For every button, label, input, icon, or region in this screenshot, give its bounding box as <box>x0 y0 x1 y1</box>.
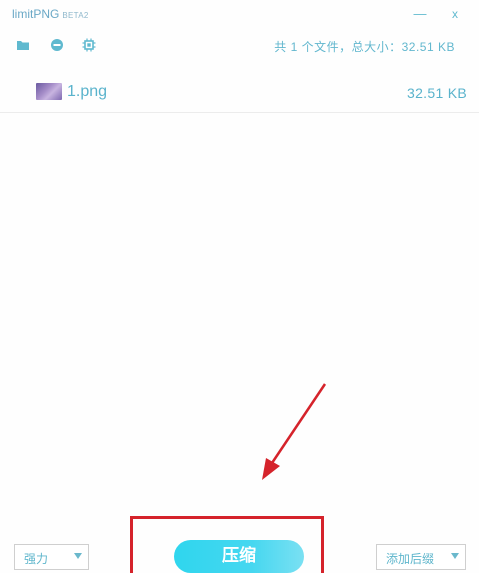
app-name-text: limitPNG <box>12 7 60 21</box>
app-version: BETA2 <box>62 11 89 20</box>
suffix-value: 添加后缀 <box>386 552 435 566</box>
folder-icon[interactable] <box>16 38 30 52</box>
strength-value: 强力 <box>24 552 49 566</box>
minimize-button[interactable]: — <box>410 5 430 23</box>
chevron-down-icon <box>451 553 459 559</box>
chevron-down-icon <box>74 553 82 559</box>
files-summary: 共 1 个文件，总大小：32.51 KB <box>274 40 455 54</box>
close-button[interactable]: x <box>445 5 465 23</box>
title-bar: limitPNG BETA2 — x <box>0 0 479 28</box>
app-window: limitPNG BETA2 — x 共 1 个文件，总大小：32.51 KB 1… <box>0 0 479 573</box>
highlight-box <box>130 516 324 573</box>
file-row[interactable]: 1.png 32.51 KB <box>0 74 479 113</box>
file-name: 1.png <box>67 83 108 100</box>
strength-select[interactable]: 强力 <box>14 544 89 570</box>
suffix-select[interactable]: 添加后缀 <box>376 544 466 570</box>
file-size: 32.51 KB <box>407 85 467 101</box>
minus-circle-icon[interactable] <box>50 38 64 52</box>
image-thumbnail <box>36 83 62 100</box>
file-list: 1.png 32.51 KB <box>0 74 479 113</box>
toolbar: 共 1 个文件，总大小：32.51 KB <box>0 30 479 60</box>
app-title: limitPNG BETA2 <box>12 7 89 21</box>
chip-icon[interactable] <box>82 38 96 52</box>
